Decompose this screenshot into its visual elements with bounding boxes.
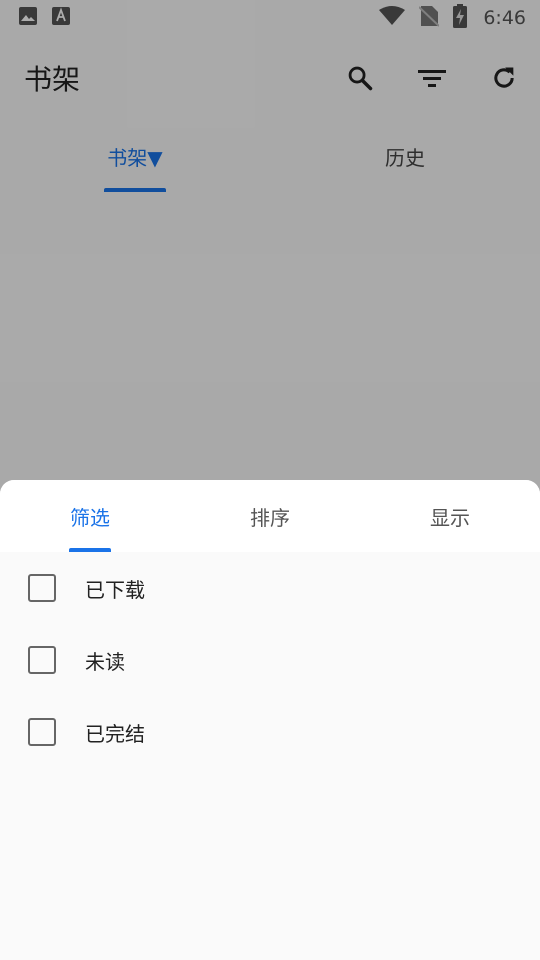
tab-sort[interactable]: 排序 <box>180 480 360 552</box>
tab-display[interactable]: 显示 <box>360 480 540 552</box>
tab-filter[interactable]: 筛选 <box>0 480 180 552</box>
tab-sort-label: 排序 <box>250 505 290 530</box>
tab-display-label: 显示 <box>430 505 470 530</box>
filter-label: 未读 <box>85 649 125 674</box>
downloaded-checkbox[interactable] <box>28 574 56 602</box>
bottom-sheet: 筛选 排序 显示 已下载 未读 已完结 <box>0 480 540 960</box>
filter-label: 已完结 <box>85 721 145 746</box>
filter-downloaded[interactable]: 已下载 <box>0 552 540 624</box>
filter-unread[interactable]: 未读 <box>0 624 540 696</box>
filter-label: 已下载 <box>85 577 145 602</box>
filter-completed[interactable]: 已完结 <box>0 696 540 768</box>
completed-checkbox[interactable] <box>28 718 56 746</box>
unread-checkbox[interactable] <box>28 646 56 674</box>
sheet-tab-indicator <box>69 548 111 552</box>
sheet-tabs: 筛选 排序 显示 <box>0 480 540 552</box>
filter-list: 已下载 未读 已完结 <box>0 552 540 768</box>
tab-filter-label: 筛选 <box>70 505 110 530</box>
